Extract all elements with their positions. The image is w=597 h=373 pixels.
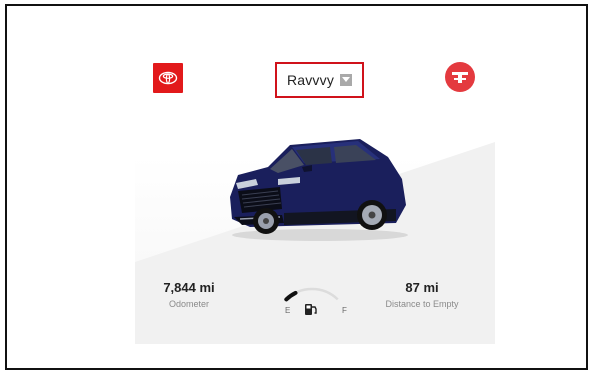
odometer-label: Odometer bbox=[168, 299, 210, 309]
vehicle-panel: Ravvvy 7,844 mi Odometer E F 87 mi Dista… bbox=[135, 32, 495, 344]
distance-value: 87 mi bbox=[405, 280, 439, 295]
screenshot-frame: Ravvvy 7,844 mi Odometer E F 87 mi Dista… bbox=[5, 4, 588, 370]
vehicle-name: Ravvvy bbox=[286, 72, 335, 88]
odometer-stat: 7,844 mi Odometer bbox=[153, 280, 225, 309]
fuel-full-label: F bbox=[342, 306, 347, 315]
distance-label: Distance to Empty bbox=[385, 299, 459, 309]
toyota-service-icon[interactable] bbox=[445, 62, 475, 92]
distance-to-empty-stat: 87 mi Distance to Empty bbox=[367, 280, 477, 309]
vehicle-selector[interactable]: Ravvvy bbox=[275, 62, 364, 98]
chevron-down-icon bbox=[340, 74, 353, 86]
fuel-pump-icon bbox=[305, 304, 317, 315]
fuel-gauge: E F bbox=[273, 270, 351, 322]
odometer-value: 7,844 mi bbox=[163, 280, 215, 295]
toyota-logo-icon bbox=[153, 63, 183, 93]
vehicle-image bbox=[230, 139, 408, 241]
fuel-empty-label: E bbox=[285, 306, 291, 315]
fuel-gauge-fill bbox=[284, 290, 298, 302]
